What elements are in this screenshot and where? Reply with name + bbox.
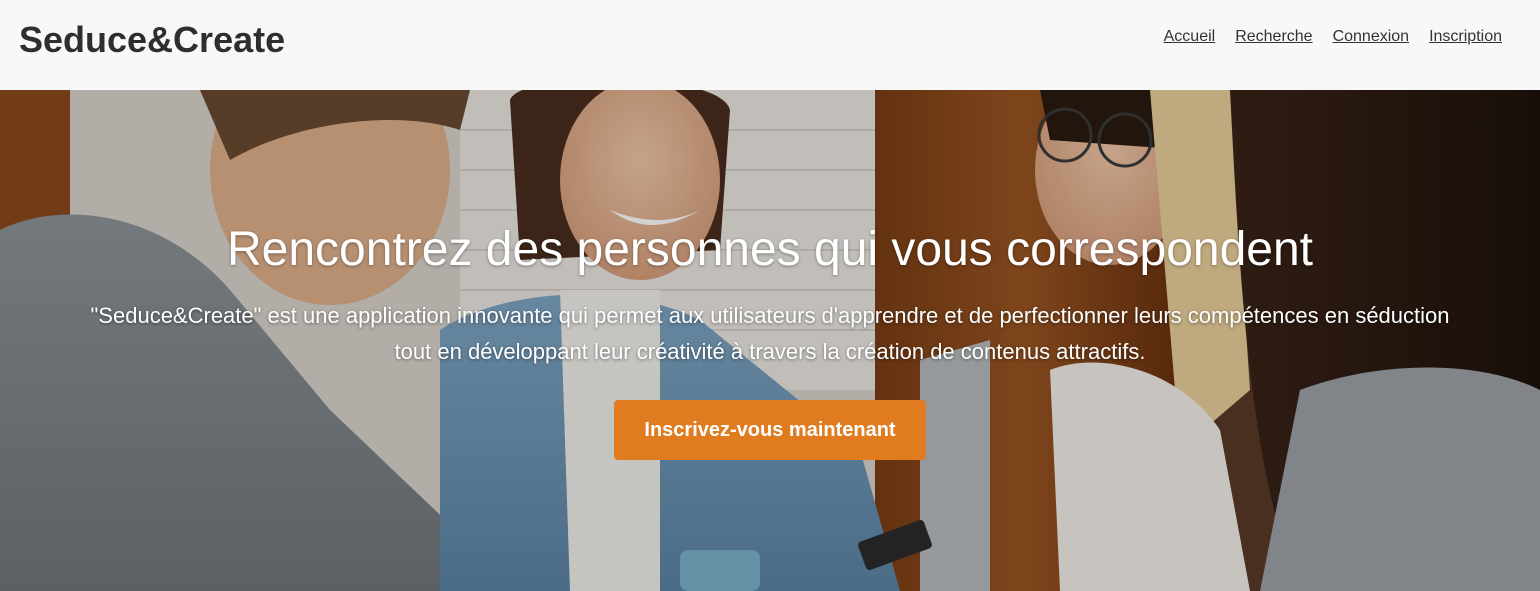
site-header: Seduce&Create Accueil Recherche Connexio… xyxy=(0,0,1540,90)
signup-now-button[interactable]: Inscrivez-vous maintenant xyxy=(614,400,926,460)
hero-title: Rencontrez des personnes qui vous corres… xyxy=(227,223,1313,276)
hero-section: Rencontrez des personnes qui vous corres… xyxy=(0,90,1540,591)
nav-link-recherche[interactable]: Recherche xyxy=(1235,27,1312,47)
hero-description-line-1: "Seduce&Create" est une application inno… xyxy=(90,303,1450,328)
main-nav: Accueil Recherche Connexion Inscription xyxy=(1164,26,1502,48)
nav-link-inscription[interactable]: Inscription xyxy=(1429,27,1502,47)
site-logo[interactable]: Seduce&Create xyxy=(19,19,285,61)
hero-description-line-2: tout en développant leur créativité à tr… xyxy=(394,339,1146,364)
nav-link-connexion[interactable]: Connexion xyxy=(1333,27,1410,47)
nav-link-accueil[interactable]: Accueil xyxy=(1164,27,1216,47)
hero-description: "Seduce&Create" est une application inno… xyxy=(20,298,1520,370)
